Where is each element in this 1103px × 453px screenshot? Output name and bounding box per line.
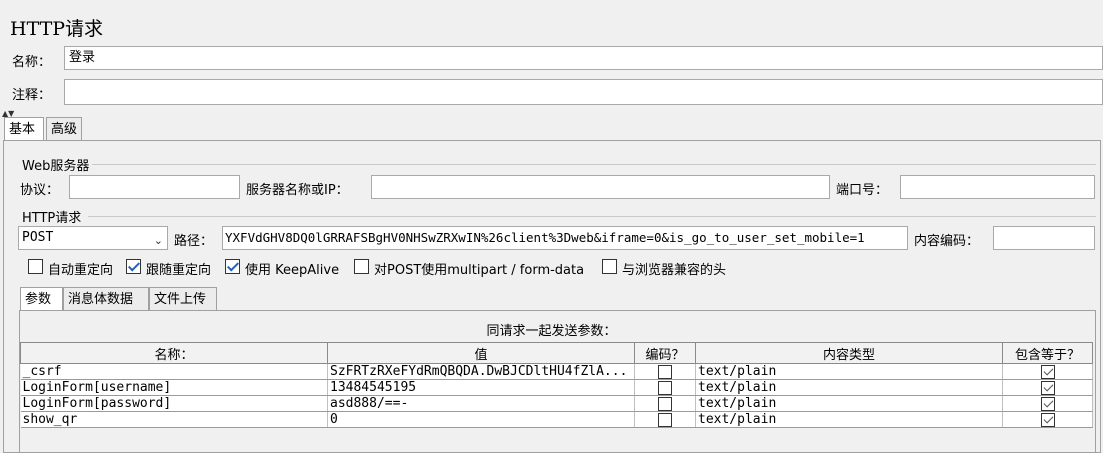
path-input[interactable]: YXFVdGHV8DQ0lGRRAFSBgHV0NHSwZRXwIN%26cli… (222, 226, 908, 250)
auto-redirect-checkbox[interactable] (28, 259, 43, 274)
follow-redirect-label: 跟随重定向 (146, 263, 212, 278)
server-input[interactable] (371, 175, 830, 199)
param-content-type-cell[interactable]: text/plain (695, 363, 1003, 380)
web-server-group-title: Web服务器 (22, 159, 90, 174)
include-equals-checkbox[interactable] (1040, 380, 1055, 395)
param-include-equals-cell[interactable] (1002, 395, 1093, 412)
multipart-checkbox[interactable] (354, 259, 369, 274)
comment-label: 注释： (12, 88, 52, 103)
param-content-type-cell[interactable]: text/plain (695, 411, 1003, 428)
port-label: 端口号： (836, 183, 889, 198)
tab-advanced[interactable]: 高级 (46, 117, 82, 141)
chevron-down-icon: ⌄ (153, 234, 163, 247)
method-select[interactable]: POST ⌄ (18, 226, 168, 250)
protocol-input[interactable] (69, 175, 240, 199)
param-include-equals-cell[interactable] (1002, 379, 1093, 396)
page-title: HTTP请求 (10, 18, 104, 40)
param-name-cell[interactable]: _csrf (20, 363, 328, 380)
param-content-type-cell[interactable]: text/plain (695, 395, 1003, 412)
table-header-row: 名称： 值 编码？ 内容类型 包含等于？ (20, 342, 1093, 364)
name-field[interactable]: 登录 (64, 46, 1103, 70)
table-row[interactable]: LoginForm[password] asd888/==- text/plai… (20, 395, 1093, 412)
http-request-divider (88, 216, 1096, 217)
column-header-value[interactable]: 值 (327, 342, 635, 364)
table-row[interactable]: _csrf SzFRTzRXeFYdRmQBQDA.DwBJCDltHU4fZl… (20, 363, 1093, 380)
browser-headers-checkbox[interactable] (602, 259, 617, 274)
param-encode-cell[interactable] (634, 411, 696, 428)
parameters-table: 名称： 值 编码？ 内容类型 包含等于？ _csrf SzFRTzRXeFYdR… (20, 342, 1093, 428)
param-name-cell[interactable]: LoginForm[password] (20, 395, 328, 412)
column-header-encode[interactable]: 编码？ (634, 342, 696, 364)
tab-parameters[interactable]: 参数 (20, 287, 63, 311)
column-header-content-type[interactable]: 内容类型 (695, 342, 1003, 364)
keepalive-label: 使用 KeepAlive (245, 263, 340, 278)
param-encode-cell[interactable] (634, 395, 696, 412)
encode-checkbox[interactable] (658, 380, 672, 395)
keepalive-checkbox[interactable] (225, 259, 240, 274)
encoding-input[interactable] (993, 226, 1095, 250)
param-value-cell[interactable]: asd888/==- (327, 395, 635, 412)
web-server-divider (92, 164, 1096, 165)
encode-checkbox[interactable] (658, 412, 672, 427)
encode-checkbox[interactable] (658, 364, 672, 379)
param-content-type-cell[interactable]: text/plain (695, 379, 1003, 396)
encode-checkbox[interactable] (658, 396, 672, 411)
method-value: POST (22, 230, 54, 245)
params-caption: 同请求一起发送参数： (486, 324, 617, 339)
include-equals-checkbox[interactable] (1040, 396, 1055, 411)
include-equals-checkbox[interactable] (1040, 412, 1055, 427)
server-label: 服务器名称或IP： (246, 183, 349, 198)
param-value-cell[interactable]: 0 (327, 411, 635, 428)
param-name-cell[interactable]: show_qr (20, 411, 328, 428)
browser-headers-label: 与浏览器兼容的头 (622, 263, 727, 278)
table-row[interactable]: LoginForm[username] 13484545195 text/pla… (20, 379, 1093, 396)
param-value-cell[interactable]: 13484545195 (327, 379, 635, 396)
tab-file-upload[interactable]: 文件上传 (149, 287, 217, 311)
param-encode-cell[interactable] (634, 379, 696, 396)
param-name-cell[interactable]: LoginForm[username] (20, 379, 328, 396)
column-header-name[interactable]: 名称： (20, 342, 328, 364)
http-request-group-title: HTTP请求 (22, 211, 82, 226)
tab-body-data[interactable]: 消息体数据 (63, 287, 149, 311)
param-include-equals-cell[interactable] (1002, 411, 1093, 428)
port-input[interactable] (900, 175, 1095, 199)
name-label: 名称： (12, 55, 52, 70)
param-encode-cell[interactable] (634, 363, 696, 380)
param-include-equals-cell[interactable] (1002, 363, 1093, 380)
multipart-label: 对POST使用multipart / form-data (374, 263, 585, 278)
protocol-label: 协议： (20, 183, 60, 198)
include-equals-checkbox[interactable] (1040, 364, 1055, 379)
follow-redirect-checkbox[interactable] (126, 259, 141, 274)
encoding-label: 内容编码： (914, 234, 980, 249)
path-value: YXFVdGHV8DQ0lGRRAFSBgHV0NHSwZRXwIN%26cli… (225, 230, 865, 245)
auto-redirect-label: 自动重定向 (48, 263, 114, 278)
column-header-include-equals[interactable]: 包含等于？ (1002, 342, 1093, 364)
table-row[interactable]: show_qr 0 text/plain (20, 411, 1093, 428)
path-label: 路径： (174, 234, 214, 249)
tab-basic[interactable]: 基本 (4, 117, 44, 141)
comment-field[interactable] (64, 79, 1103, 105)
param-value-cell[interactable]: SzFRTzRXeFYdRmQBQDA.DwBJCDltHU4fZlA... (327, 363, 635, 380)
